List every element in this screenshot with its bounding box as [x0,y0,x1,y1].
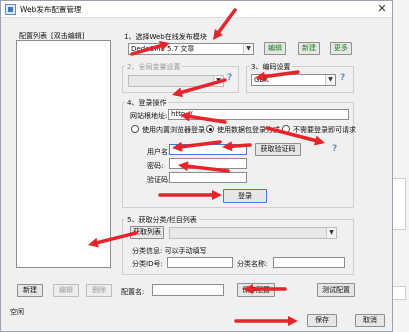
new-config-button[interactable]: 新建 [17,284,43,297]
password-input[interactable] [169,158,247,169]
section1-title: 1、选择Web在线发布模块 [124,33,207,41]
cancel-button[interactable]: 取消 [355,314,385,327]
username-input[interactable] [169,144,247,155]
global-variables-select: ▼ [128,75,224,87]
chevron-down-icon[interactable]: ▼ [325,75,335,85]
encoding-select-value: GBK [254,76,269,84]
config-name-input[interactable] [152,284,224,296]
chevron-down-icon[interactable]: ▼ [243,44,253,54]
category-id-input[interactable] [167,257,233,268]
category-name-label: 分类名称: [237,260,268,268]
close-icon[interactable]: ✕ [375,3,389,16]
edit-config-button: 编辑 [53,284,79,297]
username-label: 用户名: [147,148,171,156]
window-title: Web发布配置管理 [20,5,82,14]
web-publish-config-dialog: Web发布配置管理 ✕ 配置列表 [双击编辑] 1、选择Web在线发布模块 De… [0,0,393,332]
get-list-button[interactable]: 获取列表 [130,226,164,239]
builtin-browser-radio[interactable] [131,125,139,133]
encoding-select[interactable]: GBK ▼ [251,74,336,86]
no-login-radio[interactable] [282,125,290,133]
packet-login-label: 使用数据包登录方式 [217,126,280,134]
config-list[interactable] [16,40,111,268]
captcha-input[interactable] [169,172,247,183]
save-button[interactable]: 保存 [307,314,337,327]
chevron-down-icon: ▼ [213,76,223,86]
title-bar: Web发布配置管理 ✕ [1,1,392,18]
category-info-label: 分类信息: 可以手动填写 [132,247,207,255]
status-text: 空闲 [10,308,24,316]
category-name-input[interactable] [273,257,345,268]
chevron-down-icon[interactable]: ▼ [326,228,336,238]
app-icon [5,4,16,15]
help-icon[interactable]: ? [332,144,337,154]
section4-title: 4、登录操作 [125,98,169,108]
module-select[interactable]: DedeCMS 5.7 文章 ▼ [128,43,254,55]
section3-title: 3、编码设置 [249,62,293,72]
more-modules-button[interactable]: 更多 [330,42,352,55]
module-select-value: DedeCMS 5.7 文章 [131,45,195,53]
builtin-browser-label: 使用内置浏览器登录 [142,126,205,134]
section5-title: 5、获取分类/栏目列表 [125,215,199,225]
delete-config-button: 删除 [86,284,112,297]
site-address-input[interactable]: http:// [168,109,349,120]
new-module-button[interactable]: 新建 [298,42,320,55]
help-icon[interactable]: ? [340,73,345,83]
save-config-button[interactable]: 保存配置 [237,283,275,297]
section2-title: 2、全局变量设置 [125,62,183,72]
login-button[interactable]: 登录 [223,189,267,203]
get-captcha-button[interactable]: 获取验证码 [255,143,301,156]
no-login-label: 不需要登录即可请求 [293,126,356,134]
help-icon[interactable]: ? [227,73,232,83]
edit-module-button[interactable]: 编辑 [264,42,286,55]
site-address-value: http:// [171,110,193,118]
packet-login-radio[interactable] [206,125,214,133]
password-label: 密码: [147,162,164,170]
captcha-label: 验证码: [147,176,171,184]
site-address-label: 网站根地址: [130,112,168,120]
category-id-label: 分类ID号: [132,260,163,268]
test-config-button[interactable]: 测试配置 [317,283,355,297]
category-select[interactable]: ▼ [169,227,337,239]
config-name-label: 配置名: [121,288,145,296]
